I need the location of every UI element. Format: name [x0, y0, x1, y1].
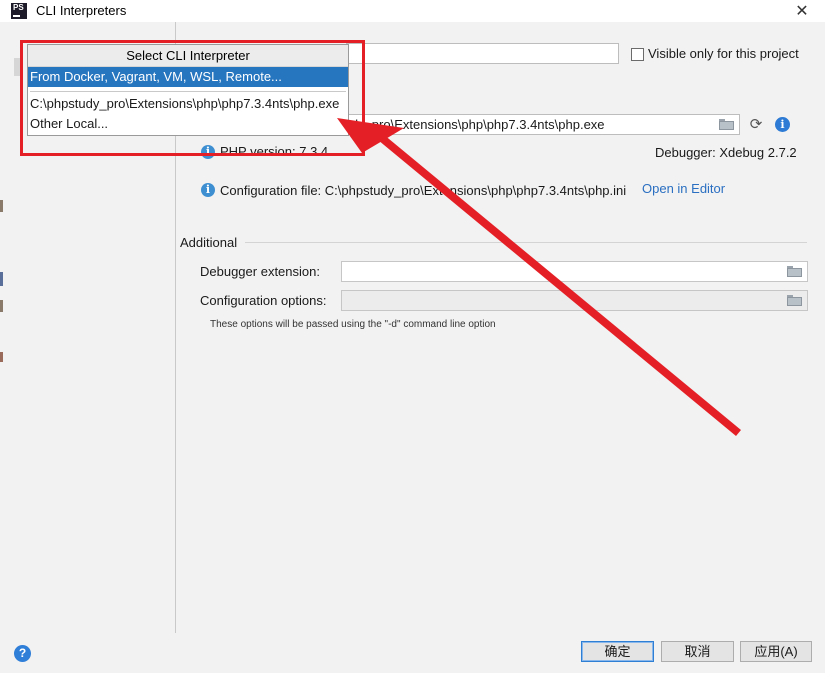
annotation-arrow-shaft	[378, 134, 741, 436]
annotation-arrow-layer	[337, 118, 741, 436]
